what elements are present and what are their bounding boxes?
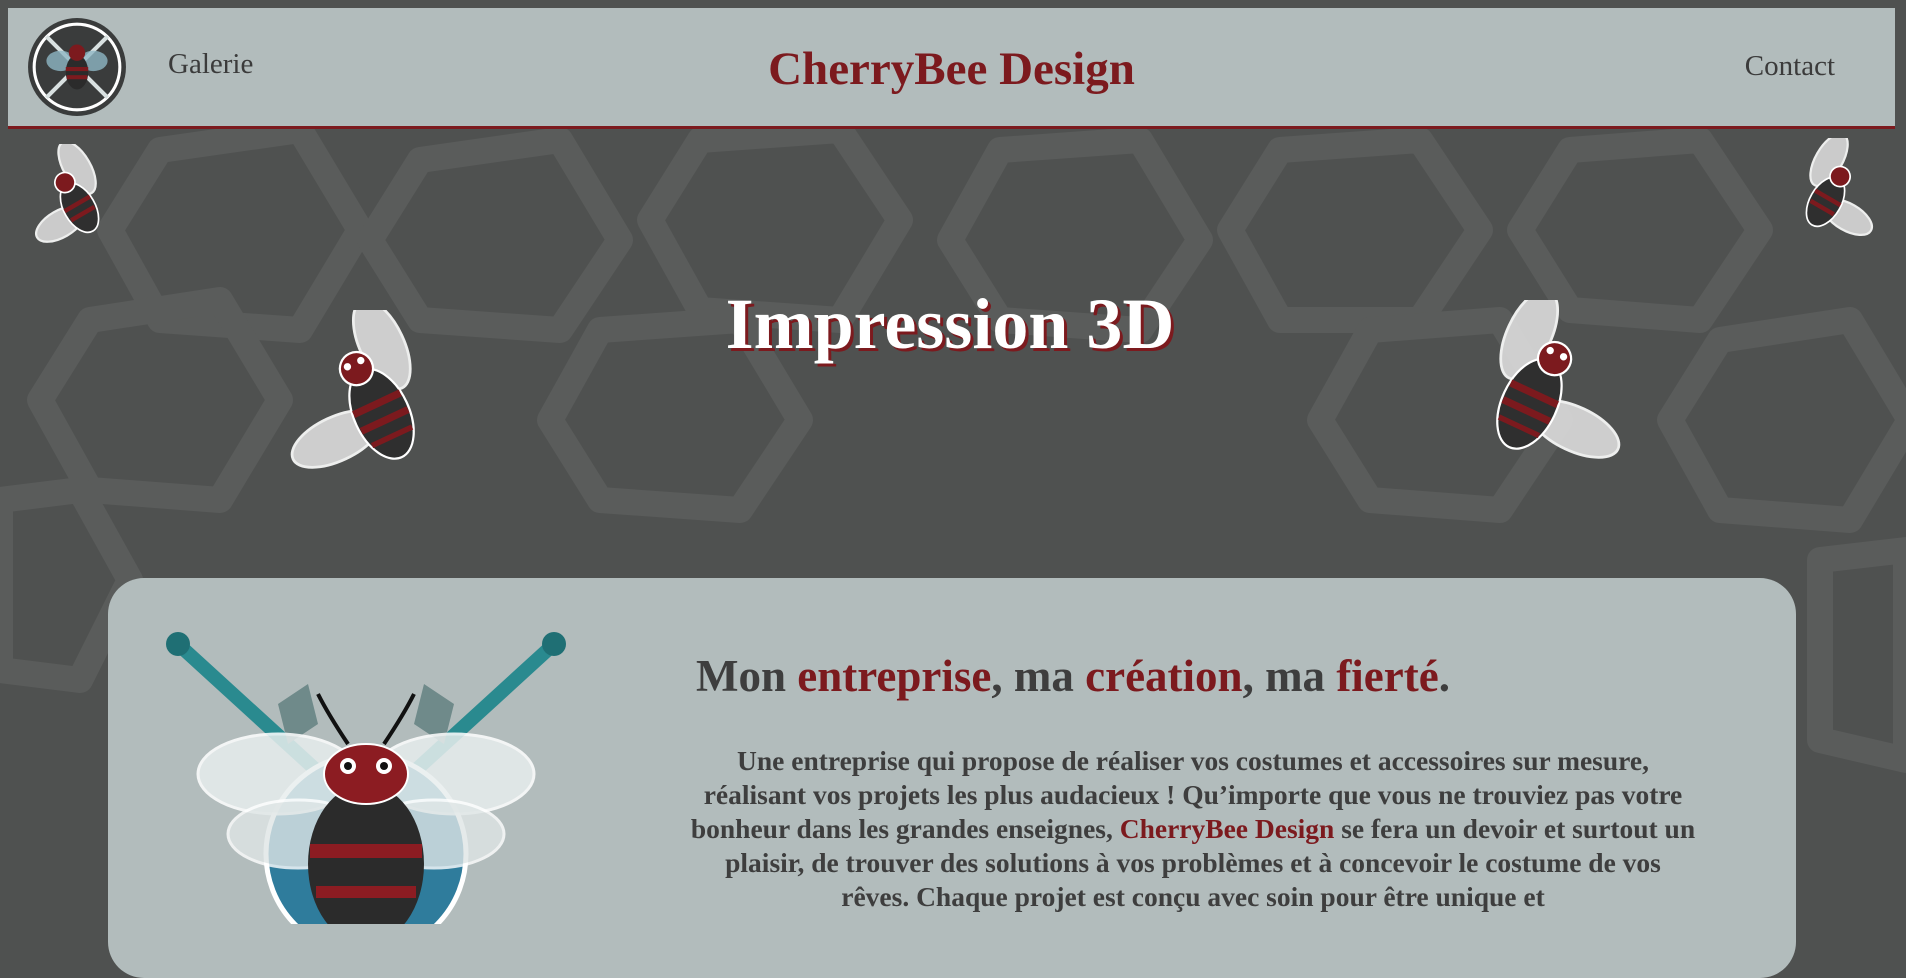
slogan-word: . (1438, 651, 1450, 701)
brand-title[interactable]: CherryBee Design (8, 42, 1895, 96)
bee-emblem-icon (166, 632, 566, 924)
intro-card: Mon entreprise, ma création, ma fierté. … (108, 578, 1796, 978)
slogan-word: , ma (1242, 651, 1337, 701)
bee-icon (290, 310, 415, 469)
intro-brand-mention: CherryBee Design (1119, 813, 1335, 844)
bee-icon (35, 144, 100, 243)
slogan: Mon entreprise, ma création, ma fierté. (678, 650, 1468, 702)
header-bar: Galerie CherryBee Design Contact (8, 8, 1895, 129)
slogan-accent: fierté (1336, 651, 1439, 701)
hero-title: Impression 3D (725, 284, 1175, 364)
bee-icon (1805, 138, 1874, 237)
slogan-word: Mon (696, 651, 798, 701)
slogan-accent: entreprise (797, 651, 992, 701)
slogan-accent: création (1085, 651, 1243, 701)
nav-contact-link[interactable]: Contact (1745, 50, 1835, 83)
intro-paragraph: Une entreprise qui propose de réaliser v… (688, 744, 1698, 914)
bee-icon (1496, 300, 1621, 459)
slogan-word: , ma (991, 651, 1086, 701)
